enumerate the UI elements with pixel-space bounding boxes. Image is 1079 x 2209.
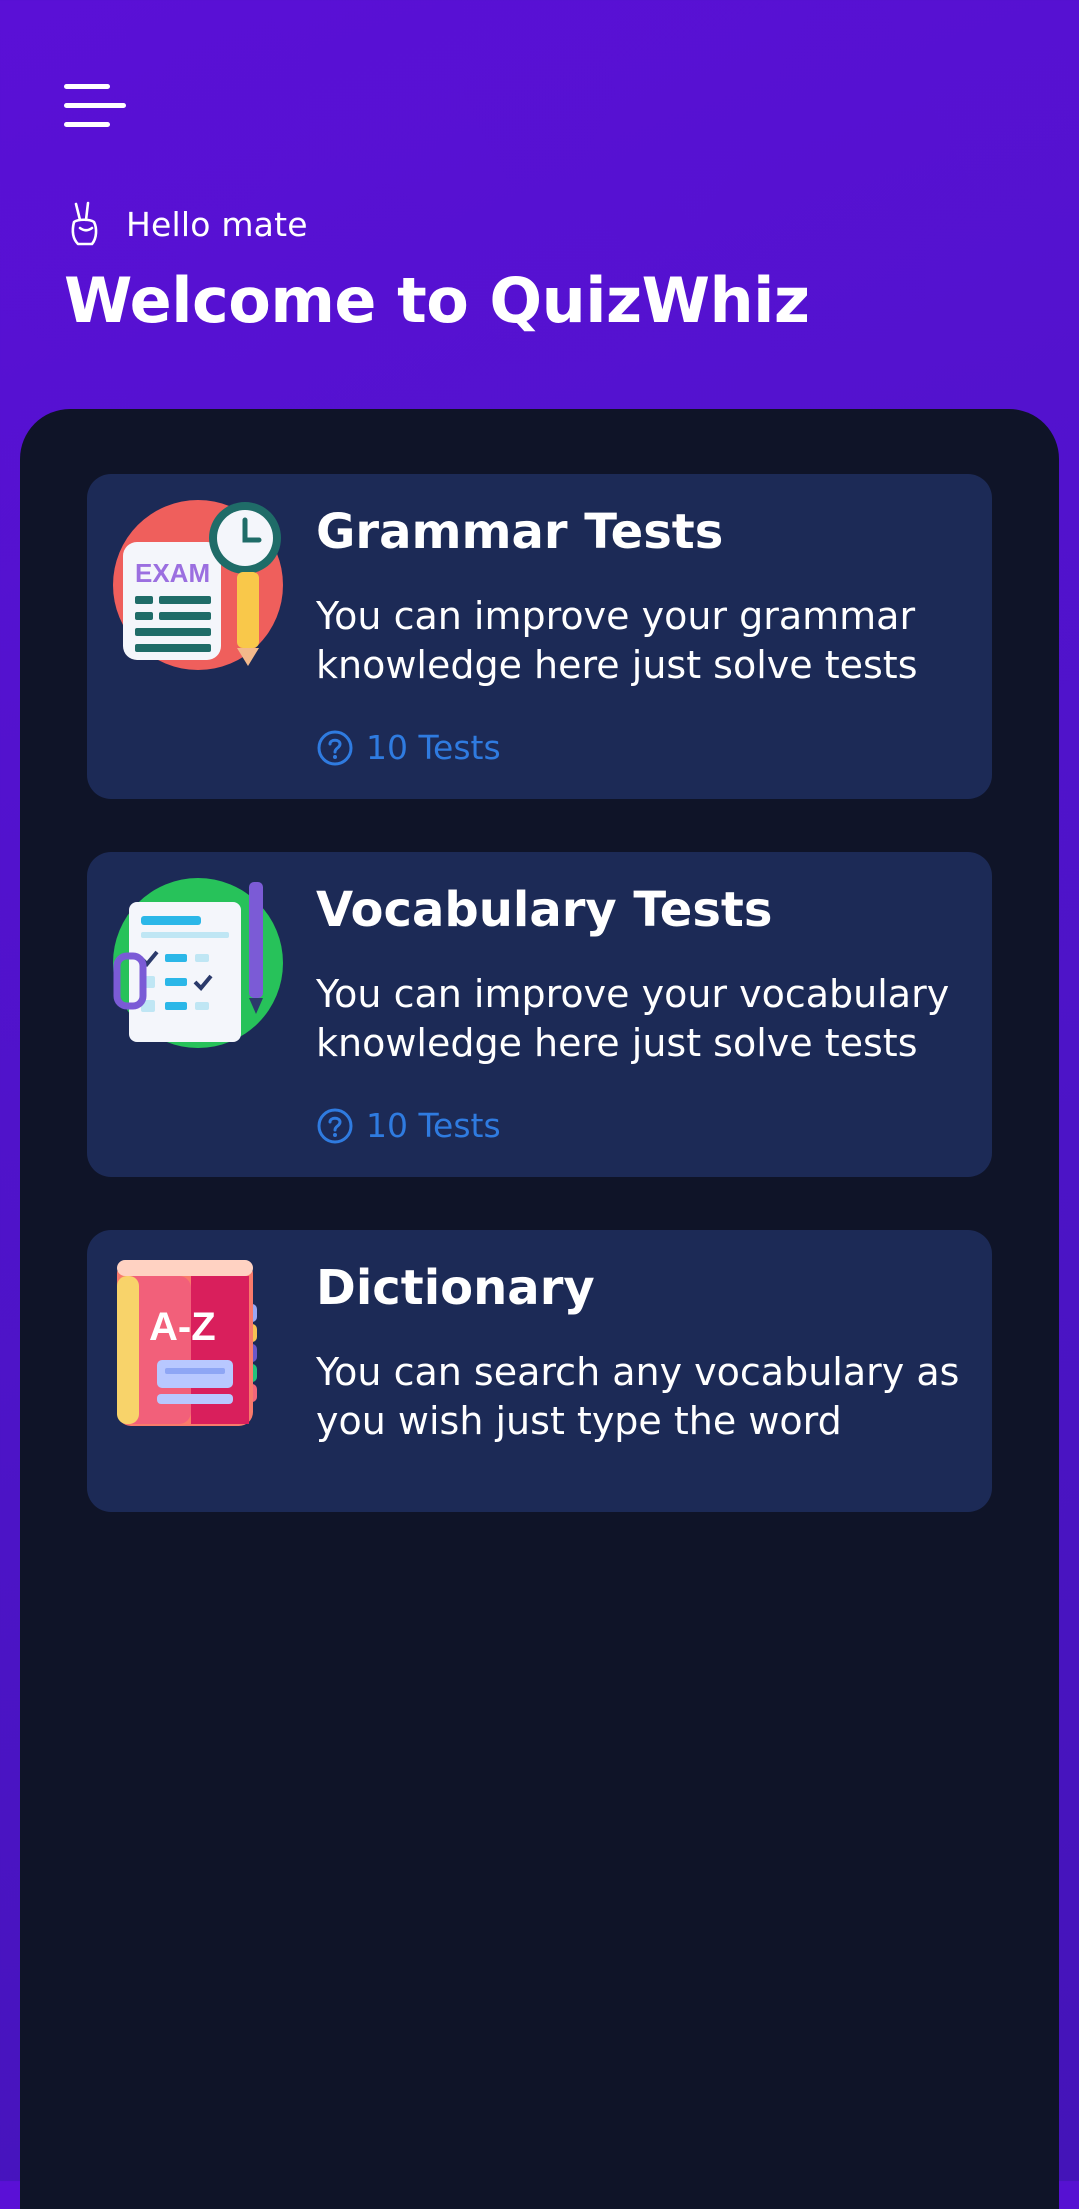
victory-hand-icon: [71, 201, 98, 246]
menu-button[interactable]: [64, 84, 126, 130]
question-circle-icon: [317, 730, 353, 765]
test-count-label: 10 Tests: [366, 1106, 501, 1145]
a-z-book-icon: A-Z: [113, 1256, 283, 1426]
card-title: Grammar Tests: [316, 504, 724, 560]
page-title: Welcome to QuizWhiz: [64, 264, 810, 337]
exam-clock-icon: EXAM: [113, 500, 283, 670]
exam-label: EXAM: [135, 558, 210, 588]
greeting: Hello mate: [66, 200, 308, 248]
question-circle-icon: [317, 1108, 353, 1143]
card-description: You can improve your vocabulary knowledg…: [316, 972, 950, 1065]
test-count-label: 10 Tests: [366, 728, 501, 767]
test-count: 10 Tests: [316, 1106, 501, 1145]
greeting-text: Hello mate: [126, 204, 308, 244]
menu-line: [64, 122, 110, 127]
dictionary-card[interactable]: A-Z Dictionary You can search any vocabu…: [87, 1230, 992, 1512]
menu-line: [64, 84, 110, 89]
card-description: You can improve your grammar knowledge h…: [316, 594, 918, 687]
grammar-tests-card[interactable]: EXAM Grammar Tests You can improve your …: [87, 474, 992, 799]
card-title: Dictionary: [316, 1260, 595, 1316]
a-z-label: A-Z: [149, 1305, 216, 1349]
menu-line: [64, 103, 126, 108]
test-count: 10 Tests: [316, 728, 501, 767]
card-description: You can search any vocabulary as you wis…: [316, 1350, 960, 1443]
checklist-icon: [113, 878, 283, 1048]
card-title: Vocabulary Tests: [316, 882, 773, 938]
vocabulary-tests-card[interactable]: Vocabulary Tests You can improve your vo…: [87, 852, 992, 1177]
